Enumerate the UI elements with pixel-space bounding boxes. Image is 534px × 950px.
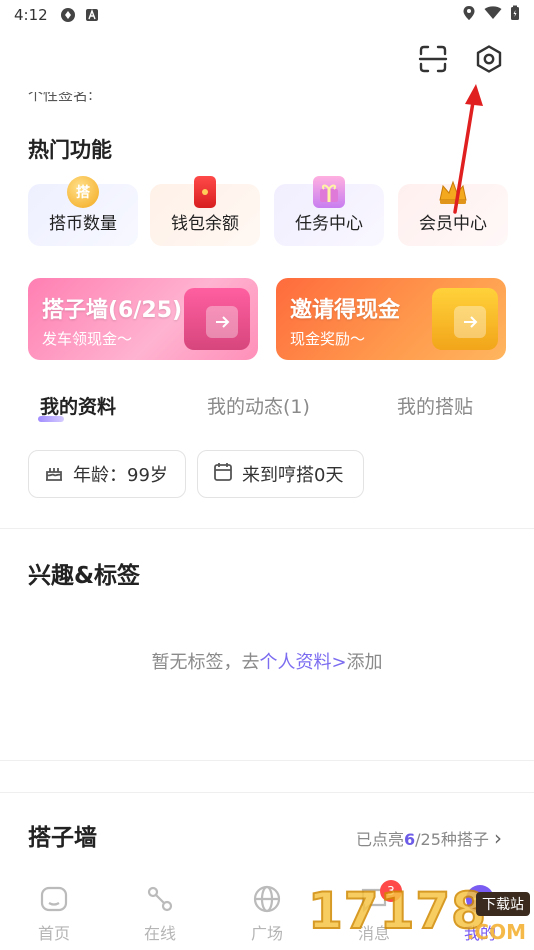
hot-features-title: 热门功能 [28, 138, 112, 162]
coin-icon: 搭 [67, 176, 99, 208]
settings-button[interactable] [474, 44, 504, 78]
more-suffix: /25种搭子 [415, 830, 489, 849]
feature-label: 会员中心 [419, 214, 487, 234]
age-label: 年龄：99岁 [73, 465, 168, 486]
partner-wall-banner[interactable]: 搭子墙(6/25) 发车领现金～ [28, 278, 258, 360]
watermark-number: 17178 [307, 881, 487, 941]
profile-link[interactable]: 个人资料> [259, 652, 346, 673]
watermark-suffix: .COM [466, 920, 526, 944]
globe-icon [250, 882, 284, 916]
watermark-tag: 下载站 [476, 892, 530, 916]
crown-icon [437, 176, 469, 208]
feature-label: 任务中心 [295, 214, 363, 234]
banner-subtitle: 现金奖励～ [290, 330, 366, 348]
interests-title: 兴趣&标签 [28, 563, 141, 589]
banner-title: 邀请得现金 [290, 298, 401, 323]
feature-wallet[interactable]: 钱包余额 [150, 176, 260, 246]
days-joined-chip: 来到哼搭0天 [197, 450, 364, 498]
app-notification-icon [60, 7, 76, 23]
section-divider [0, 760, 534, 761]
feature-label: 钱包余额 [171, 214, 239, 234]
empty-tags-prefix: 暂无标签，去 [151, 652, 260, 673]
feature-tasks[interactable]: 任务中心 [274, 176, 384, 246]
route-icon [143, 882, 177, 916]
location-icon [462, 5, 476, 25]
wifi-icon [484, 6, 502, 24]
nav-label: 在线 [143, 924, 176, 943]
profile-tabs: 我的资料 我的动态(1) 我的搭贴 [0, 384, 534, 432]
partner-wall-more-link[interactable]: 已点亮6/25种搭子 › [356, 826, 502, 850]
top-bar [0, 30, 534, 92]
site-watermark: 17178 下载站 .COM [300, 880, 534, 950]
scan-icon [418, 44, 448, 78]
calendar-icon [212, 461, 234, 488]
scan-button[interactable] [418, 44, 448, 78]
days-joined-label: 来到哼搭0天 [242, 465, 344, 486]
battery-icon [510, 5, 520, 25]
feature-coins[interactable]: 搭 搭币数量 [28, 176, 138, 246]
banner-subtitle: 发车领现金～ [42, 330, 133, 348]
red-envelope-icon [194, 176, 216, 208]
status-right [462, 5, 520, 25]
hot-features-row: 搭 搭币数量 钱包余额 任务中心 会员中心 [28, 176, 534, 252]
invite-cash-banner[interactable]: 邀请得现金 现金奖励～ [276, 278, 506, 360]
age-chip: 年龄：99岁 [28, 450, 186, 498]
status-time: 4:12 [14, 6, 48, 24]
status-bar: 4:12 [0, 0, 534, 30]
nav-online[interactable]: 在线 [120, 882, 200, 944]
feature-label: 搭币数量 [49, 214, 117, 234]
nav-square[interactable]: 广场 [227, 882, 307, 944]
tab-my-profile[interactable]: 我的资料 [40, 392, 116, 419]
tab-my-posts[interactable]: 我的搭贴 [397, 392, 473, 419]
gear-icon [474, 44, 504, 78]
nav-home[interactable]: 首页 [14, 882, 94, 944]
chevron-right-icon: › [494, 826, 502, 850]
home-icon [37, 882, 71, 916]
empty-tags-message: 暂无标签，去个人资料>添加 [0, 648, 534, 674]
a-notification-icon [84, 7, 100, 23]
lit-count: 6 [404, 830, 416, 849]
arrow-right-icon [206, 306, 238, 338]
tab-my-moments[interactable]: 我的动态(1) [207, 392, 310, 419]
arrow-right-icon [454, 306, 486, 338]
nav-label: 首页 [37, 924, 70, 943]
signature-text-partial: 个性签名: [28, 92, 94, 102]
partner-wall-title: 搭子墙 [28, 825, 97, 851]
feature-membership[interactable]: 会员中心 [398, 180, 508, 246]
section-divider [0, 792, 534, 793]
empty-tags-suffix: 添加 [346, 652, 383, 673]
banner-title: 搭子墙(6/25) [42, 298, 183, 323]
cake-icon [43, 461, 65, 488]
more-prefix: 已点亮 [355, 830, 404, 849]
nav-label: 广场 [250, 924, 283, 943]
gift-icon [313, 176, 345, 208]
section-divider [0, 528, 534, 529]
